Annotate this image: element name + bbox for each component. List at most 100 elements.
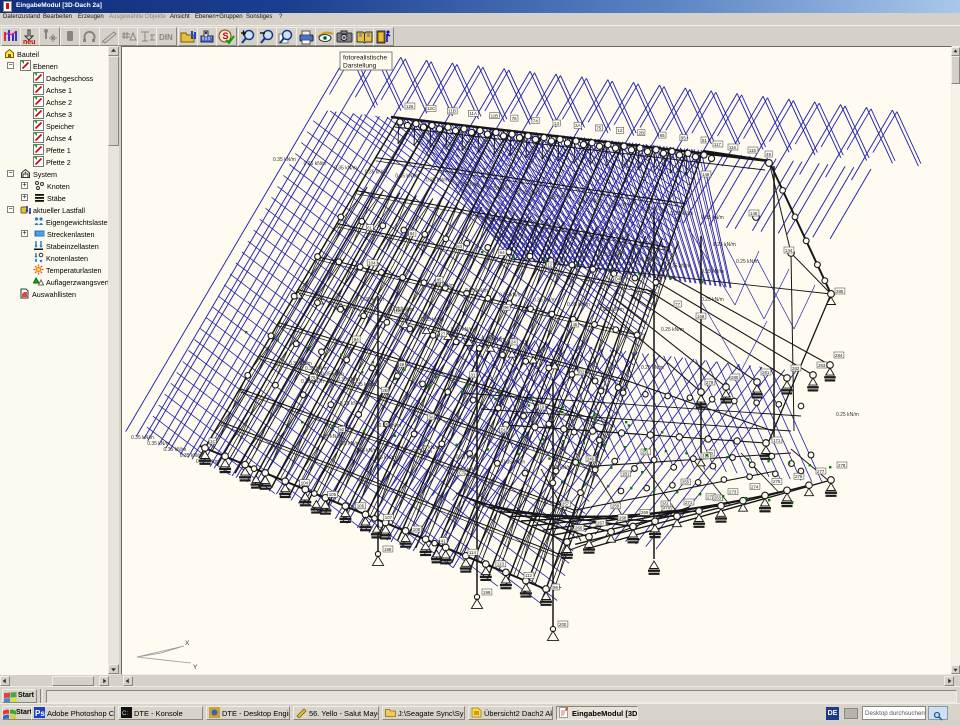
svg-text:0.35 kN/m: 0.35 kN/m — [379, 423, 402, 429]
svg-text:276: 276 — [795, 474, 803, 479]
svg-text:267: 267 — [597, 521, 605, 526]
svg-text:104: 104 — [301, 481, 309, 486]
svg-text:49: 49 — [766, 152, 771, 157]
svg-text:0.35 kN/m: 0.35 kN/m — [451, 327, 474, 333]
svg-text:75: 75 — [596, 126, 601, 131]
svg-text:108: 108 — [413, 527, 421, 532]
svg-text:0.35 kN/m: 0.35 kN/m — [456, 182, 479, 188]
svg-text:0.35 kN/m: 0.35 kN/m — [361, 297, 384, 303]
svg-text:257: 257 — [562, 502, 570, 507]
svg-text:D1: D1 — [501, 428, 507, 433]
svg-text:0.35 kN/m: 0.35 kN/m — [670, 211, 693, 217]
svg-text:198: 198 — [384, 547, 392, 552]
svg-text:0.35 kN/m: 0.35 kN/m — [337, 441, 360, 447]
svg-text:11B: 11B — [491, 114, 499, 119]
svg-text:neu: neu — [23, 39, 35, 45]
svg-text:0.35 kN/m: 0.35 kN/m — [502, 460, 525, 466]
svg-text:0.35 kN/m: 0.35 kN/m — [701, 269, 724, 275]
svg-text:0.35 kN/m: 0.35 kN/m — [340, 401, 363, 407]
svg-text:263: 263 — [714, 496, 722, 501]
svg-text:45: 45 — [573, 322, 578, 327]
svg-text:266: 266 — [575, 526, 583, 531]
svg-text:Y: Y — [193, 664, 198, 671]
svg-text:284: 284 — [835, 353, 843, 358]
svg-text:0.35 kN/m: 0.35 kN/m — [499, 293, 522, 299]
svg-text:2B: 2B — [639, 131, 644, 136]
svg-text:144: 144 — [785, 248, 793, 253]
svg-text:84: 84 — [410, 231, 415, 236]
svg-text:0.35 kN/m: 0.35 kN/m — [481, 337, 504, 343]
svg-text:96: 96 — [553, 585, 558, 590]
svg-text:281: 281 — [762, 370, 770, 375]
svg-text:12C: 12C — [427, 106, 435, 111]
svg-text:273: 273 — [729, 490, 737, 495]
svg-text:0.25 kN/m: 0.25 kN/m — [836, 412, 859, 418]
svg-text:0.35 kN/m: 0.35 kN/m — [640, 207, 663, 213]
svg-text:106: 106 — [357, 504, 365, 509]
svg-text:0.35 kN/m: 0.35 kN/m — [391, 307, 414, 313]
svg-text:113: 113 — [497, 562, 505, 567]
svg-text:0.35 kN/m: 0.35 kN/m — [601, 307, 624, 313]
svg-text:24: 24 — [511, 340, 516, 345]
svg-text:114: 114 — [469, 550, 477, 555]
svg-text:269: 269 — [641, 510, 649, 515]
svg-text:11A: 11A — [469, 111, 477, 116]
svg-text:58: 58 — [400, 362, 405, 367]
svg-text:0.35 kN/m: 0.35 kN/m — [701, 215, 724, 221]
svg-text:27: 27 — [441, 331, 446, 336]
svg-text:0.35 kN/m: 0.35 kN/m — [609, 203, 632, 209]
svg-text:249: 249 — [587, 457, 595, 462]
svg-text:0.35 kN/m: 0.35 kN/m — [319, 434, 342, 440]
svg-text:19: 19 — [540, 405, 545, 410]
svg-text:95: 95 — [681, 135, 686, 140]
svg-text:115: 115 — [749, 148, 757, 153]
svg-text:285: 285 — [836, 289, 844, 294]
svg-text:0.35 kN/m: 0.35 kN/m — [456, 454, 479, 460]
svg-text:0.35 kN/m: 0.35 kN/m — [426, 178, 449, 184]
svg-text:282: 282 — [792, 366, 800, 371]
svg-text:65: 65 — [660, 133, 665, 138]
svg-text:12: 12 — [617, 128, 622, 133]
svg-text:0.35 kN/m: 0.35 kN/m — [395, 174, 418, 180]
svg-text:96: 96 — [504, 305, 509, 310]
svg-text:B2: B2 — [579, 370, 585, 375]
svg-text:12: 12 — [547, 263, 552, 268]
svg-text:11B: 11B — [448, 109, 456, 114]
svg-text:0.35 kN/m: 0.35 kN/m — [465, 288, 488, 294]
svg-text:0.35 kN/m: 0.35 kN/m — [273, 157, 296, 163]
svg-text:280: 280 — [731, 375, 739, 380]
svg-text:0.35 kN/m: 0.35 kN/m — [431, 283, 454, 289]
svg-text:0.35 kN/m: 0.35 kN/m — [579, 198, 602, 204]
svg-text:0.35 kN/m: 0.35 kN/m — [353, 382, 376, 388]
svg-text:51: 51 — [702, 138, 707, 143]
svg-text:0.35 kN/m: 0.35 kN/m — [355, 448, 378, 454]
svg-text:0.35 kN/m: 0.35 kN/m — [365, 169, 388, 175]
svg-text:0.35 kN/m: 0.35 kN/m — [304, 161, 327, 167]
svg-text:X: X — [185, 640, 190, 647]
svg-text:0.35 kN/m: 0.35 kN/m — [668, 263, 691, 269]
svg-text:0.35 kN/m: 0.35 kN/m — [634, 258, 657, 264]
svg-text:0.25 kN/m: 0.25 kN/m — [701, 297, 724, 303]
svg-text:274: 274 — [751, 484, 759, 489]
svg-text:0.35 kN/m: 0.35 kN/m — [301, 379, 324, 385]
svg-text:268: 268 — [619, 515, 627, 520]
svg-text:Darstellung: Darstellung — [343, 63, 377, 70]
svg-text:83: 83 — [457, 244, 462, 249]
svg-text:41: 41 — [441, 538, 446, 543]
svg-text:14: 14 — [554, 121, 559, 126]
svg-text:0.35 kN/m: 0.35 kN/m — [601, 252, 624, 258]
svg-text:277: 277 — [817, 469, 825, 474]
svg-text:171: 171 — [773, 438, 781, 443]
svg-text:116: 116 — [729, 145, 737, 150]
svg-text:271: 271 — [685, 500, 693, 505]
svg-text:112: 112 — [525, 573, 533, 578]
svg-text:104: 104 — [368, 261, 376, 266]
svg-text:0.35 kN/m: 0.35 kN/m — [549, 465, 572, 471]
svg-text:77: 77 — [675, 302, 680, 307]
svg-text:0.35 kN/m: 0.35 kN/m — [567, 302, 590, 308]
svg-text:255: 255 — [682, 480, 690, 485]
svg-text:0.35 kN/m: 0.35 kN/m — [334, 165, 357, 171]
svg-text:283: 283 — [818, 363, 826, 368]
svg-text:275: 275 — [773, 479, 781, 484]
svg-text:3A: 3A — [429, 415, 434, 420]
